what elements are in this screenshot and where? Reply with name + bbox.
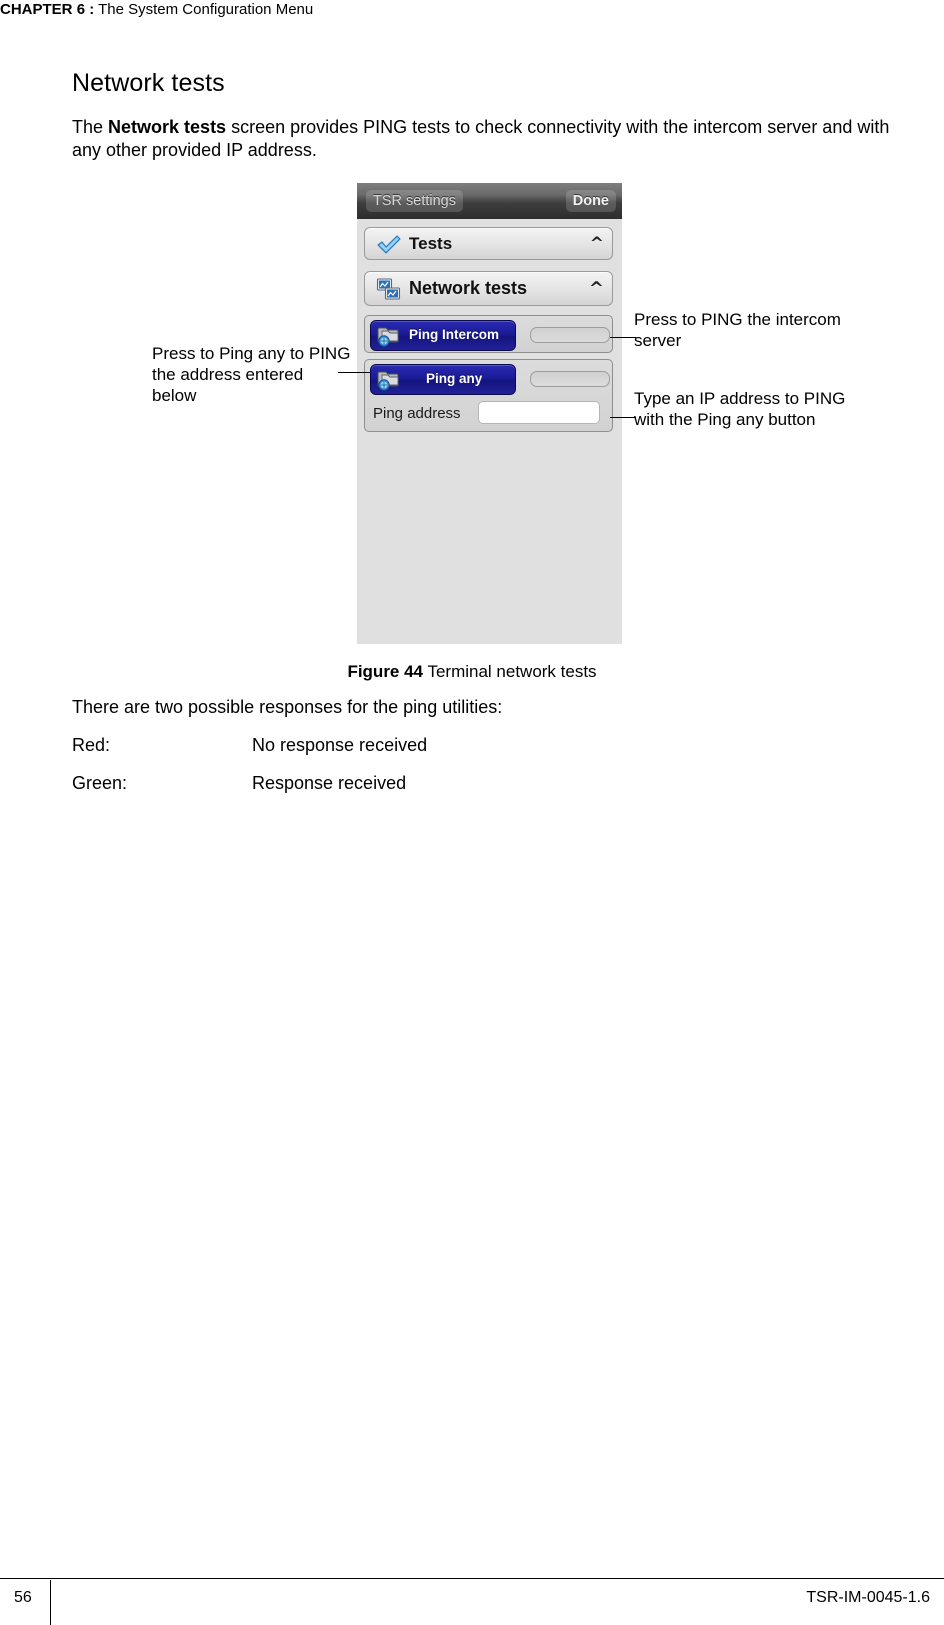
- ping-intercom-status-indicator: [530, 327, 610, 343]
- ping-address-label: Ping address: [373, 405, 461, 422]
- chapter-title: The System Configuration Menu: [98, 1, 314, 18]
- ping-any-button-label: Ping any: [426, 371, 483, 386]
- network-ping-icon: [376, 368, 402, 391]
- figure-network-tests: TSR settings Done Tests ^ Network tests …: [0, 0, 944, 1625]
- page-title: Network tests: [72, 69, 225, 97]
- ping-any-button[interactable]: Ping any: [370, 364, 516, 395]
- figure-number: Figure 44: [347, 662, 424, 681]
- device-titlebar: TSR settings Done: [357, 183, 622, 219]
- intro-text-bold: Network tests: [108, 117, 227, 137]
- ping-address-input[interactable]: [478, 401, 600, 424]
- document-id: TSR-IM-0045-1.6: [806, 1589, 930, 1606]
- intro-text-before: The: [72, 117, 109, 137]
- device-row-network-tests[interactable]: Network tests ^: [364, 271, 613, 306]
- figure-caption: Figure 44 Terminal network tests: [0, 661, 944, 683]
- response-term-green: Green:: [72, 773, 128, 793]
- callout-ping-any: Press to Ping any to PING the address en…: [152, 344, 351, 405]
- network-monitor-icon: [376, 277, 402, 301]
- checkmark-icon: [376, 233, 402, 257]
- device-row-tests-label: Tests: [409, 234, 453, 253]
- ping-any-status-indicator: [530, 371, 610, 387]
- callout-ping-address: Type an IP address to PING with the Ping…: [634, 389, 846, 429]
- device-row-network-tests-label: Network tests: [409, 278, 528, 298]
- back-button[interactable]: TSR settings: [366, 190, 463, 212]
- chevron-up-icon[interactable]: ^: [589, 278, 604, 299]
- response-desc-red: No response received: [252, 735, 428, 755]
- responses-intro: There are two possible responses for the…: [72, 697, 503, 717]
- ping-any-panel: Ping any Ping address: [364, 359, 613, 432]
- done-button[interactable]: Done: [565, 190, 616, 212]
- chapter-label: CHAPTER: [0, 1, 73, 18]
- ping-address-row: Ping address: [370, 400, 609, 428]
- response-desc-green: Response received: [252, 773, 407, 793]
- device-screen: TSR settings Done Tests ^ Network tests …: [357, 183, 622, 644]
- network-ping-icon: [376, 324, 402, 347]
- response-term-red: Red:: [72, 735, 111, 755]
- callout-ping-intercom: Press to PING the intercom server: [634, 310, 841, 350]
- figure-caption-text: Terminal network tests: [423, 662, 597, 681]
- intro-paragraph: The Network tests screen provides PING t…: [72, 116, 910, 162]
- footer-vertical-divider: [50, 1580, 51, 1625]
- chapter-number: 6 :: [76, 1, 95, 18]
- ping-intercom-button-label: Ping Intercom: [409, 327, 500, 342]
- footer-divider-rule: [0, 1578, 944, 1579]
- device-row-tests[interactable]: Tests ^: [364, 227, 613, 260]
- ping-intercom-button[interactable]: Ping Intercom: [370, 320, 516, 351]
- page-number: 56: [14, 1589, 32, 1606]
- ping-intercom-panel: Ping Intercom: [364, 315, 613, 353]
- chevron-up-icon[interactable]: ^: [590, 234, 604, 254]
- running-header: CHAPTER 6 : The System Configuration Men…: [0, 0, 944, 22]
- callout-leader-line: [610, 417, 636, 418]
- callout-leader-line: [610, 337, 636, 338]
